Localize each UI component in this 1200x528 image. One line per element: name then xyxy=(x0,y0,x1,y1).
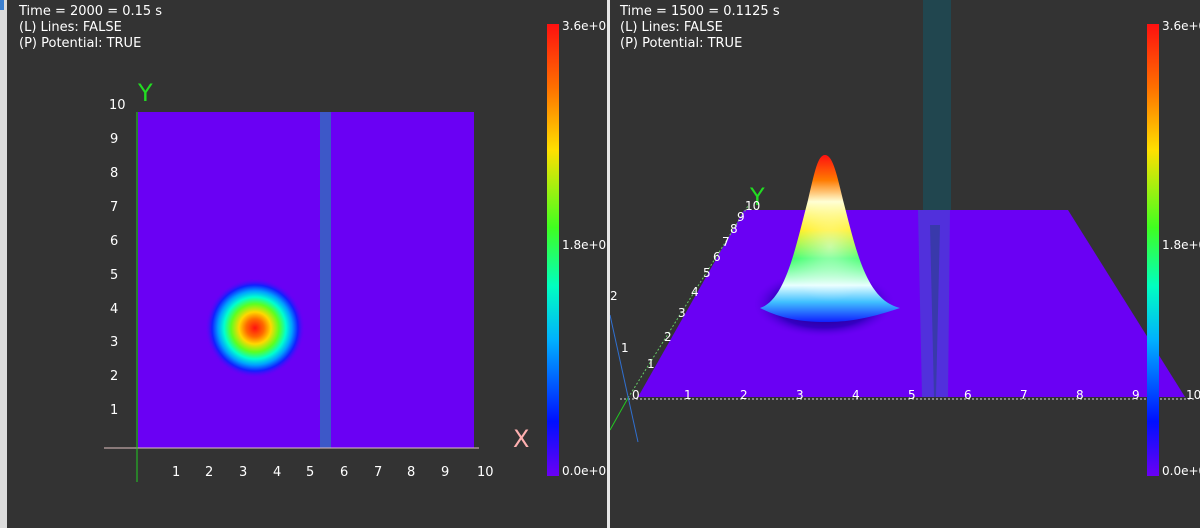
y-tick-label: 7 xyxy=(110,200,118,215)
x-tick-label: 3 xyxy=(239,465,247,480)
x-tick-label: 7 xyxy=(374,465,382,480)
x-tick-label: 6 xyxy=(340,465,348,480)
x-tick-label: 3 xyxy=(796,388,804,402)
time-readout: Time = 2000 = 0.15 s xyxy=(19,4,163,19)
colorbar-mid-label: 1.8e+0 xyxy=(562,238,606,252)
y-tick-label: 10 xyxy=(745,199,760,213)
potential-toggle-status: (P) Potential: TRUE xyxy=(620,36,743,51)
x-tick-label: 4 xyxy=(852,388,860,402)
z-tick-label: 1 xyxy=(621,341,629,355)
x-tick-label: 2 xyxy=(740,388,748,402)
potential-barrier xyxy=(320,112,331,448)
y-tick-label: 4 xyxy=(691,285,699,299)
x-tick-label: 4 xyxy=(273,465,281,480)
potential-barrier-slab xyxy=(923,0,951,212)
y-tick-label: 5 xyxy=(110,268,118,283)
potential-toggle-status: (P) Potential: TRUE xyxy=(19,36,142,51)
colorbar-mid-label: 1.8e+0 xyxy=(1162,238,1200,252)
colorbar-max-label: 3.6e+0 xyxy=(562,19,606,33)
y-axis-label: Y xyxy=(137,79,153,107)
colorbar-max-label: 3.6e+0 xyxy=(1162,19,1200,33)
perspective-view-viewport[interactable]: Y 0 1 2 3 4 5 6 7 8 9 10 1 2 3 4 5 6 7 8… xyxy=(610,0,1200,528)
y-tick-label: 6 xyxy=(110,234,118,249)
x-tick-label: 9 xyxy=(441,465,449,480)
x-axis-label: X xyxy=(513,425,529,453)
lines-toggle-status: (L) Lines: FALSE xyxy=(620,20,723,35)
x-tick-label: 8 xyxy=(1076,388,1084,402)
x-tick-label: 10 xyxy=(1186,388,1200,402)
x-tick-label: 9 xyxy=(1132,388,1140,402)
simulation-hud: Time = 2000 = 0.15 s (L) Lines: FALSE (P… xyxy=(19,4,162,52)
x-tick-label: 8 xyxy=(407,465,415,480)
y-tick-label: 1 xyxy=(110,403,118,418)
y-tick-label: 3 xyxy=(678,306,686,320)
wavepacket-density xyxy=(205,278,305,378)
y-tick-label: 5 xyxy=(703,266,711,280)
x-tick-label: 5 xyxy=(306,465,314,480)
colorbar xyxy=(547,24,559,476)
perspective-view-canvas: Y 0 1 2 3 4 5 6 7 8 9 10 1 2 3 4 5 6 7 8… xyxy=(610,0,1200,478)
y-tick-label: 3 xyxy=(110,335,118,350)
x-tick-label: 10 xyxy=(477,465,494,480)
top-view-viewport[interactable]: X Y 1 2 3 4 5 6 7 8 9 10 1 2 3 4 5 6 7 8… xyxy=(7,0,607,528)
z-tick-label: 2 xyxy=(610,289,618,303)
colorbar xyxy=(1147,24,1159,476)
y-tick-label: 8 xyxy=(110,166,118,181)
colorbar-min-label: 0.0e+0 xyxy=(562,464,606,478)
lines-toggle-status: (L) Lines: FALSE xyxy=(19,20,122,35)
x-tick-label: 0 xyxy=(632,388,640,402)
potential-plane xyxy=(638,210,1185,397)
y-tick-label: 4 xyxy=(110,302,118,317)
potential-plane xyxy=(138,112,474,448)
y-tick-label: 7 xyxy=(722,235,730,249)
x-tick-label: 5 xyxy=(908,388,916,402)
x-tick-label: 1 xyxy=(172,465,180,480)
y-tick-label: 10 xyxy=(109,98,126,113)
colorbar-min-label: 0.0e+0 xyxy=(1162,464,1200,478)
y-axis-line-front xyxy=(610,397,629,431)
x-tick-label: 7 xyxy=(1020,388,1028,402)
y-tick-label: 9 xyxy=(110,132,118,147)
y-tick-label: 9 xyxy=(737,210,745,224)
x-tick-label: 2 xyxy=(205,465,213,480)
window-edge-nub xyxy=(0,0,4,10)
top-view-canvas: X Y 1 2 3 4 5 6 7 8 9 10 1 2 3 4 5 6 7 8… xyxy=(104,19,606,482)
time-readout: Time = 1500 = 0.1125 s xyxy=(620,4,780,19)
x-tick-label: 1 xyxy=(684,388,692,402)
x-tick-label: 6 xyxy=(964,388,972,402)
y-tick-label: 1 xyxy=(647,357,655,371)
y-tick-label: 2 xyxy=(664,330,672,344)
y-tick-label: 2 xyxy=(110,369,118,384)
y-tick-label: 6 xyxy=(713,250,721,264)
simulation-hud: Time = 1500 = 0.1125 s (L) Lines: FALSE … xyxy=(620,4,780,52)
window-edge-strip xyxy=(0,0,7,528)
y-tick-label: 8 xyxy=(730,222,738,236)
